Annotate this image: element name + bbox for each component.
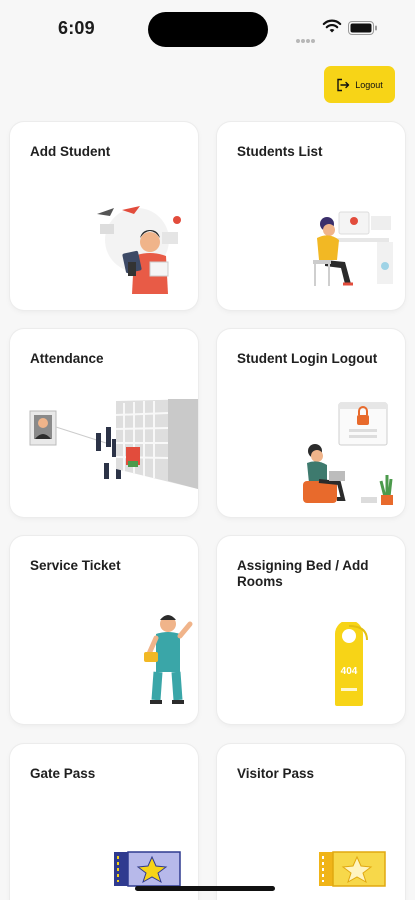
card-assigning-bed-add-rooms[interactable]: Assigning Bed / Add Rooms 404 [217, 536, 405, 724]
wifi-icon [322, 19, 342, 33]
login-screen-illustration [303, 402, 393, 505]
card-title: Student Login Logout [237, 351, 378, 366]
home-indicator[interactable] [135, 886, 275, 891]
visitor-pass-ticket-icon [319, 851, 386, 887]
cellular-signal-icon [296, 30, 316, 48]
card-title: Visitor Pass [237, 766, 315, 781]
status-time: 6:09 [58, 18, 95, 38]
face-scan-building-illustration [29, 399, 198, 489]
card-title: Gate Pass [30, 766, 96, 781]
card-title: Add Student [30, 144, 111, 159]
card-title: Service Ticket [30, 558, 121, 573]
gate-pass-ticket-icon [114, 851, 181, 887]
card-gate-pass[interactable]: Gate Pass [10, 744, 198, 900]
status-bar: 6:09 [0, 0, 415, 56]
card-title: Attendance [30, 351, 104, 366]
battery-icon [348, 21, 377, 35]
door-hanger-number: 404 [341, 666, 358, 677]
student-at-desk-illustration [313, 211, 393, 286]
logout-label: Logout [355, 79, 383, 90]
door-hanger-icon: 404 [335, 622, 368, 706]
logout-icon [337, 78, 350, 91]
card-service-ticket[interactable]: Service Ticket [10, 536, 198, 724]
card-attendance[interactable]: Attendance [10, 329, 198, 517]
card-students-list[interactable]: Students List [217, 122, 405, 310]
card-student-login-logout[interactable]: Student Login Logout [217, 329, 405, 517]
logout-button[interactable]: Logout [324, 66, 395, 103]
card-title: Assigning Bed / Add Rooms [237, 558, 369, 589]
dynamic-island [148, 12, 268, 47]
service-worker-illustration [144, 615, 193, 704]
student-with-books-illustration [97, 206, 181, 294]
card-add-student[interactable]: Add Student [10, 122, 198, 310]
card-title: Students List [237, 144, 323, 159]
card-visitor-pass[interactable]: Visitor Pass [217, 744, 405, 900]
